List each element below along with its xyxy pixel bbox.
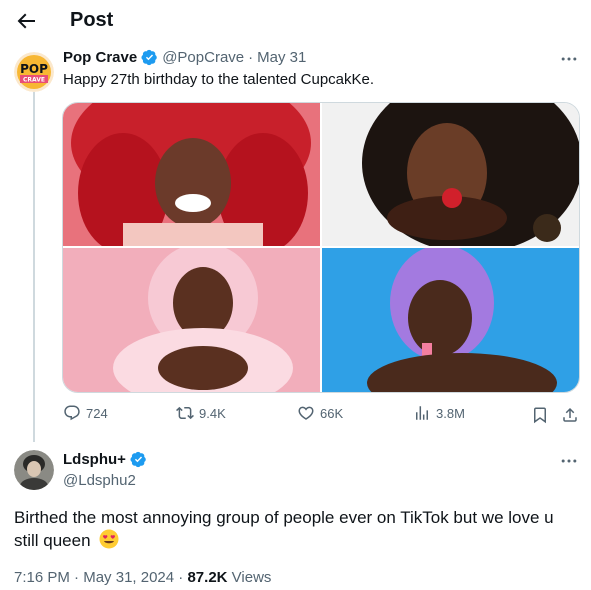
heart-eyes-emoji-icon	[99, 529, 119, 549]
more-options-icon[interactable]	[559, 451, 579, 471]
like-button[interactable]: 66K	[297, 404, 343, 422]
heart-icon	[298, 406, 314, 420]
separator-dot: ·	[248, 49, 254, 66]
author-handle[interactable]: @PopCrave	[162, 49, 244, 66]
photo-strawberry[interactable]	[322, 103, 579, 246]
views-button[interactable]: 3.8M	[413, 404, 465, 422]
media-grid	[62, 102, 580, 393]
reply-count: 724	[86, 405, 108, 421]
post-date[interactable]: May 31	[257, 49, 306, 66]
reply-button[interactable]: 724	[63, 404, 108, 422]
repost-count: 9.4K	[199, 405, 226, 421]
like-count: 66K	[320, 405, 344, 421]
reply-text-block: Birthed the most annoying group of peopl…	[14, 506, 574, 552]
post-timestamp-line: 7:16 PM · May 31, 2024 · 87.2K Views	[14, 569, 272, 586]
post-time[interactable]: 7:16 PM	[14, 569, 70, 586]
repost-button[interactable]: 9.4K	[176, 404, 226, 422]
back-arrow-icon[interactable]	[14, 9, 38, 33]
post-views-label: Views	[231, 569, 272, 586]
photo-purple-hair[interactable]	[322, 248, 579, 392]
reply-author-line: Ldsphu+	[63, 451, 151, 468]
more-options-icon[interactable]	[559, 49, 579, 69]
post-full-date[interactable]: May 31, 2024	[83, 569, 174, 586]
share-icon[interactable]	[561, 406, 579, 424]
avatar-logo-text-top: POP	[20, 62, 48, 76]
tweet-author-line: Pop Crave @PopCrave · May 31	[63, 49, 306, 66]
thread-connector-line	[33, 92, 35, 442]
page-header: Post	[0, 0, 591, 44]
avatar[interactable]: POP CRAVE	[14, 52, 54, 92]
bookmark-icon[interactable]	[531, 406, 549, 424]
post-views-count: 87.2K	[187, 569, 228, 586]
repost-icon	[176, 406, 194, 420]
reply-icon	[64, 405, 80, 421]
verified-badge-icon	[130, 451, 146, 468]
tweet-action-bar: 724 9.4K 66K 3.8M	[63, 404, 583, 428]
verified-badge-icon	[141, 49, 157, 66]
author-name[interactable]: Pop Crave	[63, 49, 137, 66]
photo-pink-hair[interactable]	[63, 248, 320, 392]
analytics-icon	[416, 406, 428, 420]
view-count: 3.8M	[436, 405, 465, 421]
photo-red-hair[interactable]	[63, 103, 320, 246]
reply-author-handle[interactable]: @Ldsphu2	[63, 472, 136, 489]
reply-text: Birthed the most annoying group of peopl…	[14, 508, 554, 550]
tweet-text: Happy 27th birthday to the talented Cupc…	[63, 71, 375, 88]
page-title: Post	[70, 9, 114, 31]
avatar-logo-text-bottom: CRAVE	[23, 77, 45, 84]
avatar[interactable]	[14, 450, 54, 490]
reply-author-name[interactable]: Ldsphu+	[63, 451, 126, 468]
